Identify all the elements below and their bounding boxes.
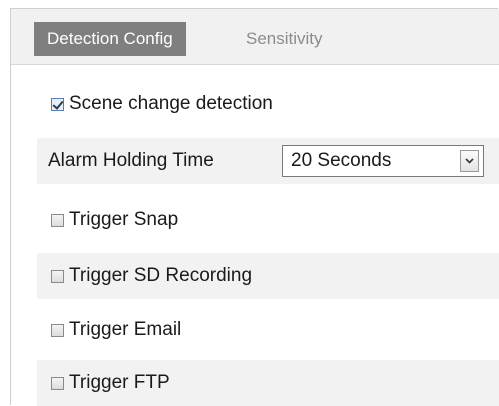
scene-change-row: Scene change detection <box>37 81 499 127</box>
trigger-email-label: Trigger Email <box>69 319 182 340</box>
trigger-snap-row: Trigger Snap <box>37 197 499 243</box>
trigger-ftp-checkbox[interactable] <box>51 376 64 390</box>
scene-change-checkbox[interactable] <box>51 97 64 111</box>
trigger-sd-recording-label: Trigger SD Recording <box>69 265 253 286</box>
scene-change-label: Scene change detection <box>69 93 273 114</box>
alarm-holding-label: Alarm Holding Time <box>48 150 214 171</box>
chevron-down-icon <box>465 158 474 164</box>
trigger-sd-recording-row: Trigger SD Recording <box>37 253 499 299</box>
trigger-email-row: Trigger Email <box>37 307 499 353</box>
alarm-holding-value: 20 Seconds <box>291 150 392 171</box>
trigger-sd-recording-checkbox[interactable] <box>51 269 64 283</box>
tab-sensitivity[interactable]: Sensitivity <box>233 22 336 56</box>
alarm-holding-row: Alarm Holding Time 20 Seconds <box>37 138 499 184</box>
trigger-ftp-row: Trigger FTP <box>37 360 499 406</box>
dropdown-button[interactable] <box>460 150 479 172</box>
trigger-snap-label: Trigger Snap <box>69 209 179 230</box>
alarm-holding-select[interactable]: 20 Seconds <box>282 145 484 177</box>
trigger-email-checkbox[interactable] <box>51 323 64 337</box>
trigger-ftp-label: Trigger FTP <box>69 372 170 393</box>
trigger-snap-checkbox[interactable] <box>51 213 64 227</box>
tab-bar: Detection Config Sensitivity <box>11 9 499 65</box>
settings-panel: Detection Config Sensitivity Scene chang… <box>10 8 499 406</box>
tab-detection-config[interactable]: Detection Config <box>34 22 186 56</box>
